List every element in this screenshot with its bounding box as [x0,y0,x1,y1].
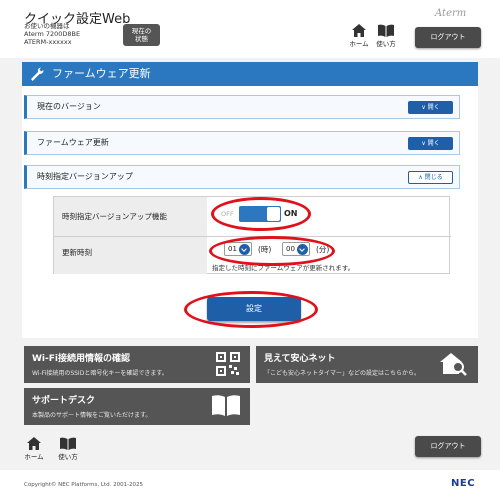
tile-title: Wi-Fi接続用情報の確認 [32,354,130,364]
auto-update-toggle[interactable] [239,206,281,222]
help-nav-button[interactable]: 使い方 [373,24,399,48]
tile-desc: 本製品のサポート情報をご覧いただけます。 [32,412,152,419]
accordion-firmware-update[interactable]: ファームウェア更新 ∨ 開く [24,131,460,155]
home-icon [352,24,366,37]
footer-home-label: ホーム [24,453,44,461]
close-button[interactable]: ∧ 閉じる [408,171,453,184]
nec-logo: NEC [451,478,476,489]
accordion-label: 時刻指定バージョンアップ [37,172,133,181]
update-time-label: 更新時刻 [54,237,207,274]
home-nav-label: ホーム [349,40,369,48]
device-label: お使いの機器は [24,22,70,30]
tile-title: サポートデスク [32,396,96,406]
book-icon [60,437,76,450]
home-icon [27,437,41,450]
qr-code-icon [216,352,240,376]
accordion-label: ファームウェア更新 [37,138,109,147]
footer-home-button[interactable]: ホーム [21,437,47,461]
help-nav-label: 使い方 [376,40,396,48]
book-icon [378,24,394,37]
section-title: ファームウェア更新 [22,62,478,86]
hour-select[interactable]: 01 [224,242,252,256]
status-button-line2: 状態 [135,35,148,43]
status-button[interactable]: 現在の 状態 [123,24,160,46]
aterm-logo: Aterm [435,8,467,19]
footer-help-label: 使い方 [58,453,78,461]
tile-desc: Wi-Fi接続用のSSIDと暗号化キーを確認できます。 [32,370,168,377]
chevron-down-icon [297,244,308,255]
support-desk-tile[interactable]: サポートデスク 本製品のサポート情報をご覧いただけます。 [24,388,250,425]
accordion-label: 現在のバージョン [37,102,101,111]
footer-logout-button[interactable]: ログアウト [415,436,481,457]
toggle-knob [267,207,280,221]
auto-update-label: 時刻指定バージョンアップ機能 [54,197,207,236]
status-button-line1: 現在の [131,27,152,35]
open-button[interactable]: ∨ 開く [408,137,453,150]
minute-select[interactable]: 00 [282,242,310,256]
wrench-icon [31,67,44,81]
hour-unit: (時) [258,245,272,254]
minute-unit: (分) [316,245,330,254]
copyright: Copyright© NEC Platforms, Ltd. 2001-2025 [24,482,144,488]
update-time-note: 指定した時刻にファームウェアが更新されます。 [212,264,355,272]
mieru-anshin-net-tile[interactable]: 見えて安心ネット 「こども安心ネットタイマー」などの設定はこちらから。 [256,346,478,383]
logout-button[interactable]: ログアウト [415,27,481,48]
open-button[interactable]: ∨ 開く [408,101,453,114]
home-search-icon [440,353,467,376]
footer-help-button[interactable]: 使い方 [55,437,81,461]
toggle-on-label: ON [284,209,298,218]
hour-value: 01 [228,245,237,253]
book-icon [212,395,240,416]
accordion-current-version[interactable]: 現在のバージョン ∨ 開く [24,95,460,119]
device-id: ATERM-xxxxxx [24,38,72,46]
accordion-scheduled-update[interactable]: 時刻指定バージョンアップ ∧ 閉じる [24,165,460,189]
save-button[interactable]: 設定 [207,297,301,321]
chevron-down-icon [239,244,250,255]
device-model: Aterm 7200D8BE [24,30,81,38]
minute-value: 00 [286,245,295,253]
home-nav-button[interactable]: ホーム [346,24,372,48]
toggle-off-label: OFF [221,210,234,218]
wifi-info-tile[interactable]: Wi-Fi接続用情報の確認 Wi-Fi接続用のSSIDと暗号化キーを確認できます… [24,346,250,383]
